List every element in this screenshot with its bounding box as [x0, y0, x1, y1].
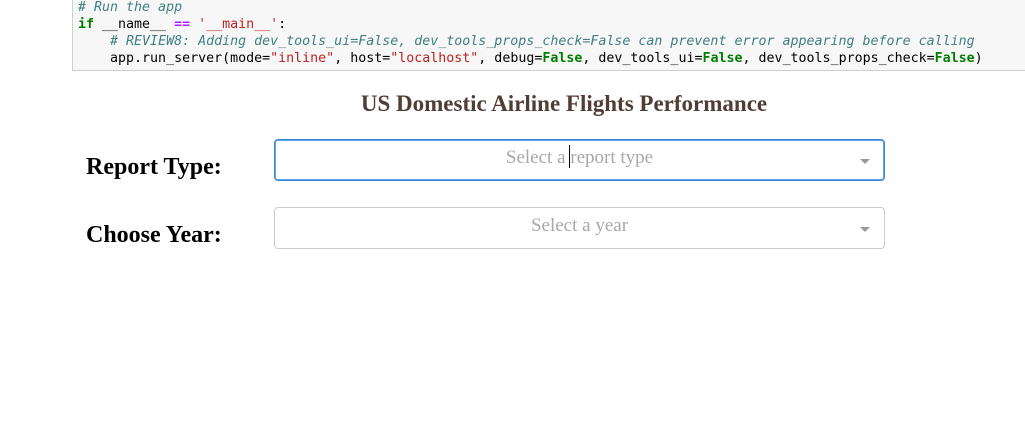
code-token: # Run the app — [78, 0, 183, 15]
page-title: US Domestic Airline Flights Performance — [360, 91, 768, 116]
code-token: if — [78, 17, 95, 32]
code-line: # REVIEW8: Adding dev_tools_ui=False, de… — [78, 33, 1025, 50]
code-token: : — [278, 17, 287, 32]
code-cell[interactable]: # Run the app if __name__ == '__main__': … — [72, 0, 1025, 71]
code-token: '__main__' — [198, 17, 279, 32]
code-line: if __name__ == '__main__': — [78, 16, 1025, 33]
code-token: "inline" — [270, 51, 335, 66]
text-cursor — [568, 145, 570, 168]
year-placeholder: Select a year — [530, 215, 629, 236]
code-token: False — [934, 51, 975, 66]
report-type-label: Report Type: — [86, 154, 222, 180]
code-token: ) — [974, 51, 983, 66]
code-line: app.run_server(mode="inline", host="loca… — [78, 50, 1025, 67]
code-token: app.run_server(mode= — [78, 51, 271, 66]
chevron-down-icon[interactable] — [860, 227, 870, 232]
chevron-down-icon[interactable] — [860, 159, 870, 164]
year-label: Choose Year: — [86, 222, 222, 248]
code-token: , debug= — [478, 51, 543, 66]
code-token: "localhost" — [390, 51, 479, 66]
code-token: == — [174, 17, 191, 32]
year-dropdown[interactable]: Select a year — [274, 207, 885, 249]
code-token: , dev_tools_ui= — [582, 51, 703, 66]
code-token: , host= — [334, 51, 391, 66]
report-type-placeholder: Select a report type — [505, 147, 654, 168]
code-token: __name__ — [94, 17, 175, 32]
code-token: # REVIEW8: Adding dev_tools_ui=False, de… — [110, 34, 975, 49]
code-line: # Run the app — [78, 0, 1025, 16]
code-token: False — [542, 51, 583, 66]
report-type-dropdown[interactable]: Select a report type — [274, 139, 885, 181]
code-token: , dev_tools_props_check= — [742, 51, 935, 66]
code-token: False — [702, 51, 743, 66]
